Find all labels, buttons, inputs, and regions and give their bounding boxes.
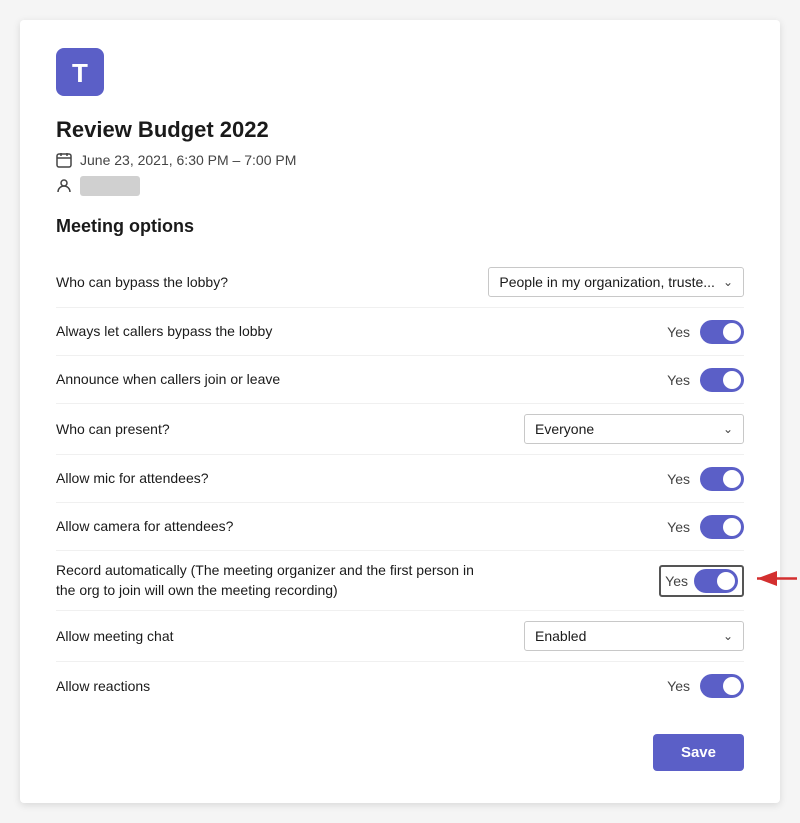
allow-reactions-toggle[interactable] <box>700 674 744 698</box>
svg-text:T: T <box>72 58 88 88</box>
settings-card: T Review Budget 2022 June 23, 2021, 6:30… <box>20 20 780 803</box>
option-announce-join: Announce when callers join or leave Yes <box>56 356 744 404</box>
announce-join-control: Yes <box>667 368 744 392</box>
save-button[interactable]: Save <box>653 734 744 771</box>
meeting-date-row: June 23, 2021, 6:30 PM – 7:00 PM <box>56 151 744 168</box>
allow-mic-label: Allow mic for attendees? <box>56 469 209 489</box>
option-allow-reactions: Allow reactions Yes <box>56 662 744 710</box>
meeting-title: Review Budget 2022 <box>56 117 744 143</box>
option-bypass-lobby: Who can bypass the lobby? People in my o… <box>56 257 744 308</box>
allow-chat-control: Enabled ⌄ <box>524 621 744 651</box>
option-allow-camera: Allow camera for attendees? Yes <box>56 503 744 551</box>
allow-camera-label: Allow camera for attendees? <box>56 517 233 537</box>
person-icon <box>56 177 72 195</box>
always-bypass-yes: Yes <box>667 324 690 340</box>
section-title: Meeting options <box>56 216 744 237</box>
allow-camera-yes: Yes <box>667 519 690 535</box>
organizer-row <box>56 176 744 196</box>
allow-mic-toggle[interactable] <box>700 467 744 491</box>
chevron-down-icon: ⌄ <box>723 629 733 643</box>
record-auto-toggle[interactable] <box>694 569 738 593</box>
bypass-lobby-dropdown[interactable]: People in my organization, truste... ⌄ <box>488 267 744 297</box>
allow-mic-control: Yes <box>667 467 744 491</box>
red-arrow-indicator <box>749 563 799 598</box>
save-button-row: Save <box>56 734 744 771</box>
allow-camera-control: Yes <box>667 515 744 539</box>
allow-reactions-label: Allow reactions <box>56 677 150 697</box>
option-always-bypass: Always let callers bypass the lobby Yes <box>56 308 744 356</box>
chevron-down-icon: ⌄ <box>723 422 733 436</box>
allow-camera-toggle[interactable] <box>700 515 744 539</box>
record-auto-yes: Yes <box>665 573 688 589</box>
bypass-lobby-control: People in my organization, truste... ⌄ <box>488 267 744 297</box>
allow-chat-label: Allow meeting chat <box>56 627 174 647</box>
who-present-label: Who can present? <box>56 420 170 440</box>
always-bypass-label: Always let callers bypass the lobby <box>56 322 272 342</box>
allow-reactions-yes: Yes <box>667 678 690 694</box>
bypass-lobby-label: Who can bypass the lobby? <box>56 273 228 293</box>
teams-logo: T <box>56 48 744 117</box>
announce-join-toggle[interactable] <box>700 368 744 392</box>
announce-join-label: Announce when callers join or leave <box>56 370 280 390</box>
option-allow-mic: Allow mic for attendees? Yes <box>56 455 744 503</box>
record-auto-control: Yes <box>659 565 744 597</box>
who-present-dropdown[interactable]: Everyone ⌄ <box>524 414 744 444</box>
chevron-down-icon: ⌄ <box>723 275 733 289</box>
announce-join-yes: Yes <box>667 372 690 388</box>
allow-chat-dropdown[interactable]: Enabled ⌄ <box>524 621 744 651</box>
option-record-auto: Record automatically (The meeting organi… <box>56 551 744 611</box>
option-who-present: Who can present? Everyone ⌄ <box>56 404 744 455</box>
who-present-value: Everyone <box>535 421 715 437</box>
bypass-lobby-value: People in my organization, truste... <box>499 274 715 290</box>
always-bypass-control: Yes <box>667 320 744 344</box>
calendar-icon <box>56 151 72 168</box>
record-highlight-box: Yes <box>659 565 744 597</box>
organizer-avatar <box>80 176 140 196</box>
allow-chat-value: Enabled <box>535 628 715 644</box>
option-allow-chat: Allow meeting chat Enabled ⌄ <box>56 611 744 662</box>
allow-mic-yes: Yes <box>667 471 690 487</box>
record-auto-label: Record automatically (The meeting organi… <box>56 561 476 600</box>
meeting-options: Who can bypass the lobby? People in my o… <box>56 257 744 710</box>
meeting-date: June 23, 2021, 6:30 PM – 7:00 PM <box>80 152 296 168</box>
who-present-control: Everyone ⌄ <box>524 414 744 444</box>
allow-reactions-control: Yes <box>667 674 744 698</box>
always-bypass-toggle[interactable] <box>700 320 744 344</box>
